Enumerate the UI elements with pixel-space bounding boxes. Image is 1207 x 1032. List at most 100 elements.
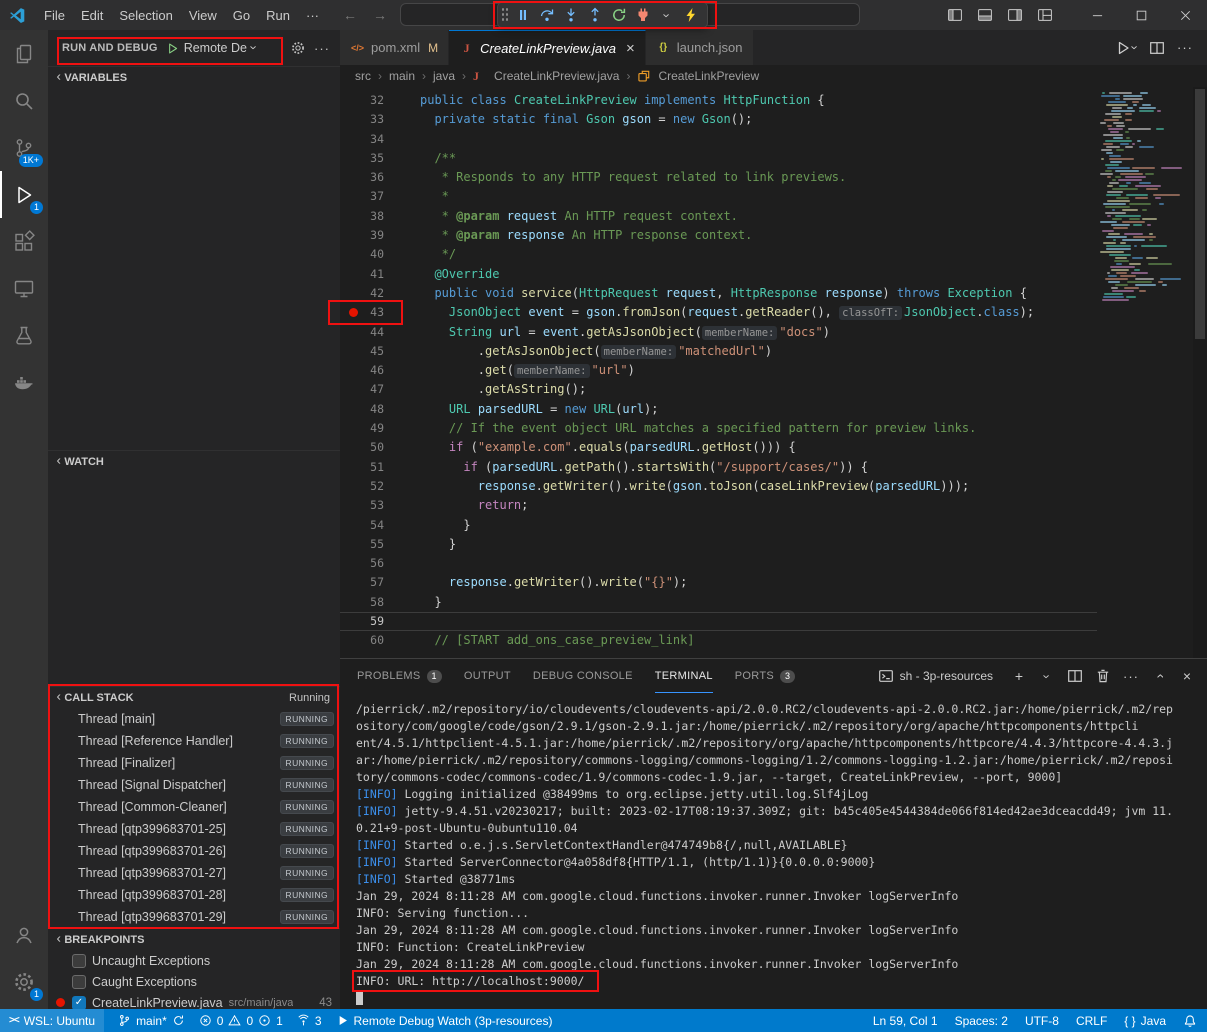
tab-createlinkpreview-java[interactable]: J CreateLinkPreview.java × (449, 30, 646, 65)
breadcrumb-src[interactable]: src (355, 69, 371, 83)
maximize-button[interactable] (1119, 0, 1163, 30)
activity-item-docker[interactable] (0, 359, 48, 406)
activity-item-explorer[interactable] (0, 30, 48, 77)
tab-terminal[interactable]: TERMINAL (655, 660, 713, 693)
code-line[interactable]: * (420, 187, 1097, 206)
eol-status[interactable]: CRLF (1076, 1014, 1107, 1028)
code-line[interactable] (420, 612, 1097, 631)
code-line[interactable]: return; (420, 496, 1097, 515)
toggle-secondary-sidebar-icon[interactable] (1007, 7, 1023, 23)
debug-session-status[interactable]: Remote Debug Watch (3p-resources) (336, 1014, 553, 1028)
code-line[interactable] (420, 554, 1097, 573)
line-number[interactable]: 59 (340, 612, 420, 631)
terminal-profile-dropdown-icon[interactable]: › (1039, 670, 1055, 683)
debug-config-picker[interactable]: Remote De › (166, 41, 257, 55)
line-number[interactable]: 38 (340, 207, 420, 226)
line-number[interactable]: 36 (340, 168, 420, 187)
code-line[interactable]: */ (420, 245, 1097, 264)
breadcrumb-symbol[interactable]: CreateLinkPreview (658, 69, 759, 83)
breakpoint-dot[interactable] (349, 308, 358, 317)
code-line[interactable]: public class CreateLinkPreview implement… (420, 91, 1097, 110)
tab-launch-json[interactable]: {} launch.json (646, 30, 754, 65)
encoding-status[interactable]: UTF-8 (1025, 1014, 1059, 1028)
disconnect-icon[interactable] (631, 3, 655, 27)
line-number[interactable]: 55 (340, 535, 420, 554)
line-number[interactable]: 32 (340, 91, 420, 110)
maximize-panel-icon[interactable]: › (1152, 668, 1166, 684)
line-number[interactable]: 34 (340, 130, 420, 149)
code-line[interactable]: * Responds to any HTTP request related t… (420, 168, 1097, 187)
code-line[interactable]: // If the event object URL matches a spe… (420, 419, 1097, 438)
notifications-bell-icon[interactable] (1183, 1014, 1197, 1028)
line-number[interactable]: 35 (340, 149, 420, 168)
line-number[interactable]: 60 (340, 631, 420, 650)
call-stack-thread[interactable]: Thread [Finalizer]RUNNING (48, 752, 340, 774)
line-number[interactable]: 46 (340, 361, 420, 380)
breakpoint-item[interactable]: Uncaught Exceptions (48, 950, 340, 971)
run-java-button[interactable]: › (1115, 39, 1137, 57)
activity-item-remote-explorer[interactable] (0, 265, 48, 312)
breadcrumb-java[interactable]: java (433, 69, 455, 83)
problems-status[interactable]: 0 0 1 (199, 1014, 283, 1028)
call-stack-thread[interactable]: Thread [Signal Dispatcher]RUNNING (48, 774, 340, 796)
split-editor-icon[interactable] (1149, 40, 1165, 56)
language-mode[interactable]: { } Java (1124, 1014, 1166, 1028)
code-line[interactable]: /** (420, 149, 1097, 168)
code-line[interactable]: public void service(HttpRequest request,… (420, 284, 1097, 303)
line-number[interactable]: 43 (340, 303, 420, 322)
code-line[interactable]: private static final Gson gson = new Gso… (420, 110, 1097, 129)
kill-terminal-icon[interactable] (1095, 668, 1111, 684)
code-line[interactable]: response.getWriter().write(gson.toJson(c… (420, 477, 1097, 496)
breakpoint-checkbox[interactable]: ✓ (72, 996, 86, 1010)
line-number[interactable]: 44 (340, 323, 420, 342)
step-into-icon[interactable] (559, 3, 583, 27)
call-stack-thread[interactable]: Thread [qtp399683701-26]RUNNING (48, 840, 340, 862)
activity-item-settings[interactable]: 1 (0, 958, 48, 1005)
code-editor[interactable]: 3233343536373839404142434445464748495051… (340, 87, 1207, 658)
call-stack-thread[interactable]: Thread [main]RUNNING (48, 708, 340, 730)
line-number[interactable]: 47 (340, 380, 420, 399)
debug-options-icon[interactable]: › (655, 3, 679, 27)
call-stack-thread[interactable]: Thread [qtp399683701-28]RUNNING (48, 884, 340, 906)
call-stack-thread[interactable]: Thread [qtp399683701-25]RUNNING (48, 818, 340, 840)
code-line[interactable]: } (420, 593, 1097, 612)
minimize-button[interactable] (1075, 0, 1119, 30)
go-back-icon[interactable]: ← (343, 7, 357, 23)
code-line[interactable]: * @param request An HTTP request context… (420, 207, 1097, 226)
code-line[interactable]: if (parsedURL.getPath().startsWith("/sup… (420, 458, 1097, 477)
toggle-sidebar-icon[interactable] (947, 7, 963, 23)
code-line[interactable]: * @param response An HTTP response conte… (420, 226, 1097, 245)
go-forward-icon[interactable]: → (373, 7, 387, 23)
editor-scrollbar[interactable] (1193, 87, 1207, 658)
call-stack-section-header[interactable]: › CALL STACK Running (48, 686, 340, 708)
activity-item-accounts[interactable] (0, 911, 48, 958)
call-stack-thread[interactable]: Thread [qtp399683701-27]RUNNING (48, 862, 340, 884)
code-line[interactable]: .getAsJsonObject(memberName:"matchedUrl"… (420, 342, 1097, 361)
close-tab-icon[interactable]: × (626, 40, 635, 57)
code-line[interactable]: response.getWriter().write("{}"); (420, 573, 1097, 592)
line-number[interactable]: 45 (340, 342, 420, 361)
sidebar-more-actions-icon[interactable]: ··· (314, 41, 330, 56)
line-number[interactable]: 33 (340, 110, 420, 129)
editor-more-actions-icon[interactable]: ··· (1177, 39, 1193, 57)
menu-more[interactable]: ··· (298, 4, 327, 27)
close-window-button[interactable] (1163, 0, 1207, 30)
breakpoint-checkbox[interactable] (72, 954, 86, 968)
hot-code-replace-icon[interactable] (679, 3, 703, 27)
close-panel-icon[interactable]: × (1179, 668, 1195, 684)
activity-item-source-control[interactable]: 1K+ (0, 124, 48, 171)
menu-edit[interactable]: Edit (73, 4, 111, 27)
code-line[interactable]: // [START add_ons_case_preview_link] (420, 631, 1097, 650)
line-number[interactable]: 37 (340, 187, 420, 206)
step-over-icon[interactable] (535, 3, 559, 27)
code-line[interactable]: .getAsString(); (420, 380, 1097, 399)
line-number[interactable]: 52 (340, 477, 420, 496)
activity-item-extensions[interactable] (0, 218, 48, 265)
breakpoints-section-header[interactable]: › BREAKPOINTS (48, 928, 340, 950)
drag-handle[interactable] (501, 7, 508, 23)
activity-item-testing[interactable] (0, 312, 48, 359)
tab-problems[interactable]: PROBLEMS 1 (357, 660, 442, 693)
remote-indicator[interactable]: >< WSL: Ubuntu (0, 1009, 104, 1032)
call-stack-thread[interactable]: Thread [Common-Cleaner]RUNNING (48, 796, 340, 818)
terminal-output[interactable]: /pierrick/.m2/repository/io/cloudevents/… (356, 701, 1201, 1009)
